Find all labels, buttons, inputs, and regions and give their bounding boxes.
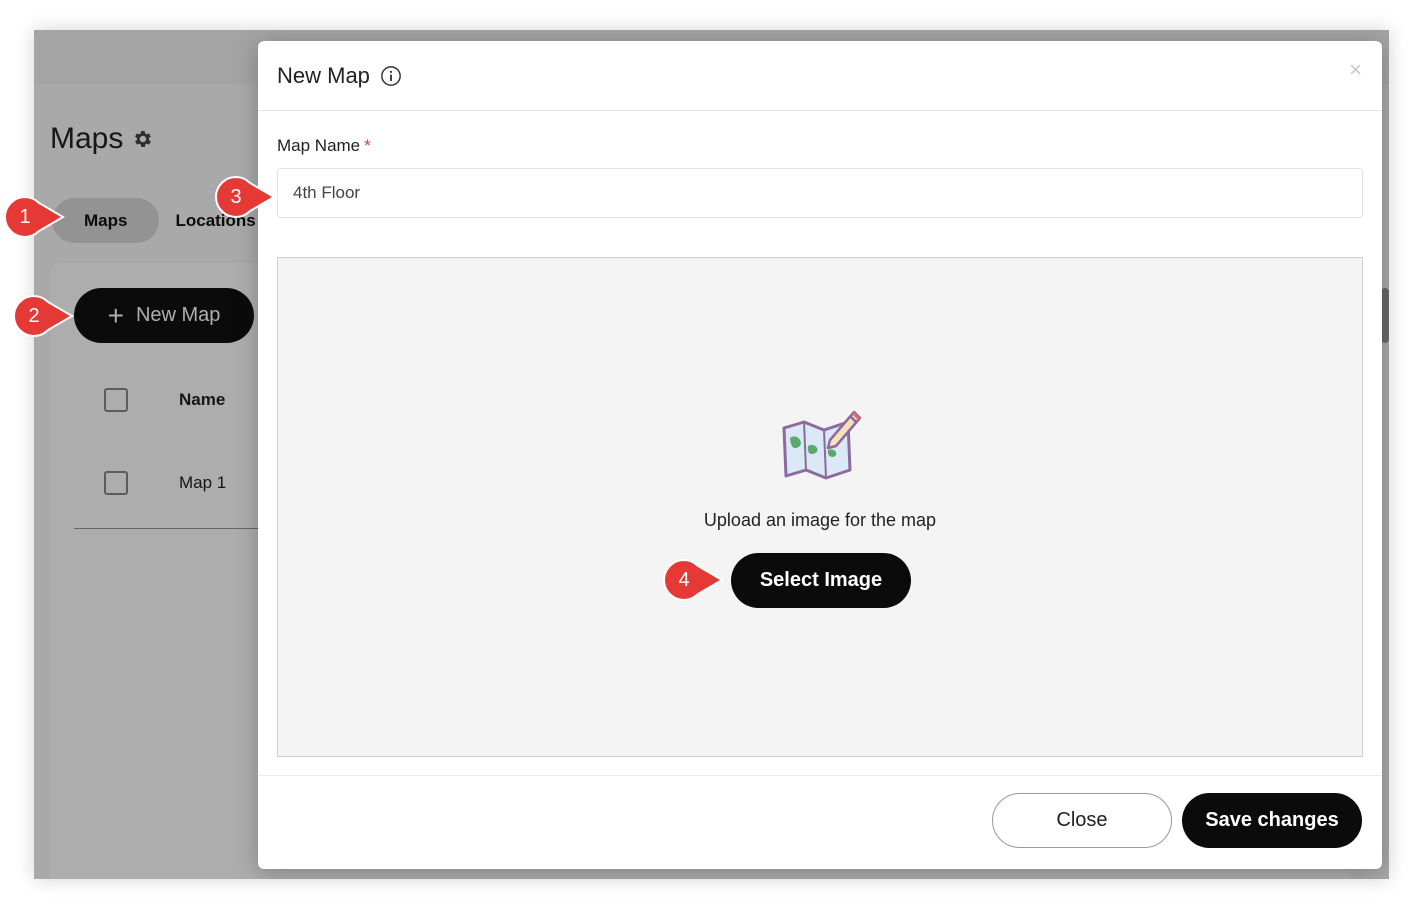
dialog-header: New Map × <box>258 41 1382 111</box>
screenshot-frame: Maps Maps Locations + New Map Name Map 1… <box>34 30 1389 879</box>
callout-4: 4 <box>662 558 726 602</box>
new-map-dialog: New Map × Map Name* Upload a <box>258 41 1382 869</box>
upload-instructions: Upload an image for the map <box>703 510 937 530</box>
map-name-label: Map Name * <box>277 136 371 156</box>
callout-1-number: 1 <box>19 205 31 228</box>
image-upload-dropzone[interactable]: Upload an image for the map Select Image <box>277 257 1363 757</box>
map-name-input[interactable] <box>277 168 1363 218</box>
callout-3-number: 3 <box>230 185 242 208</box>
required-asterisk: * <box>364 136 371 155</box>
map-pencil-icon <box>782 410 862 480</box>
select-image-button[interactable]: Select Image <box>731 553 911 608</box>
callout-4-number: 4 <box>678 568 690 591</box>
callout-2: 2 <box>12 294 76 338</box>
close-button[interactable]: Close <box>992 793 1172 848</box>
callout-2-number: 2 <box>28 304 40 327</box>
save-changes-button[interactable]: Save changes <box>1182 793 1362 848</box>
close-icon[interactable]: × <box>1349 59 1362 81</box>
info-icon[interactable] <box>380 65 402 87</box>
callout-1: 1 <box>3 195 67 239</box>
callout-3: 3 <box>214 175 278 219</box>
dialog-title: New Map <box>277 62 370 88</box>
map-name-label-text: Map Name <box>277 136 361 155</box>
